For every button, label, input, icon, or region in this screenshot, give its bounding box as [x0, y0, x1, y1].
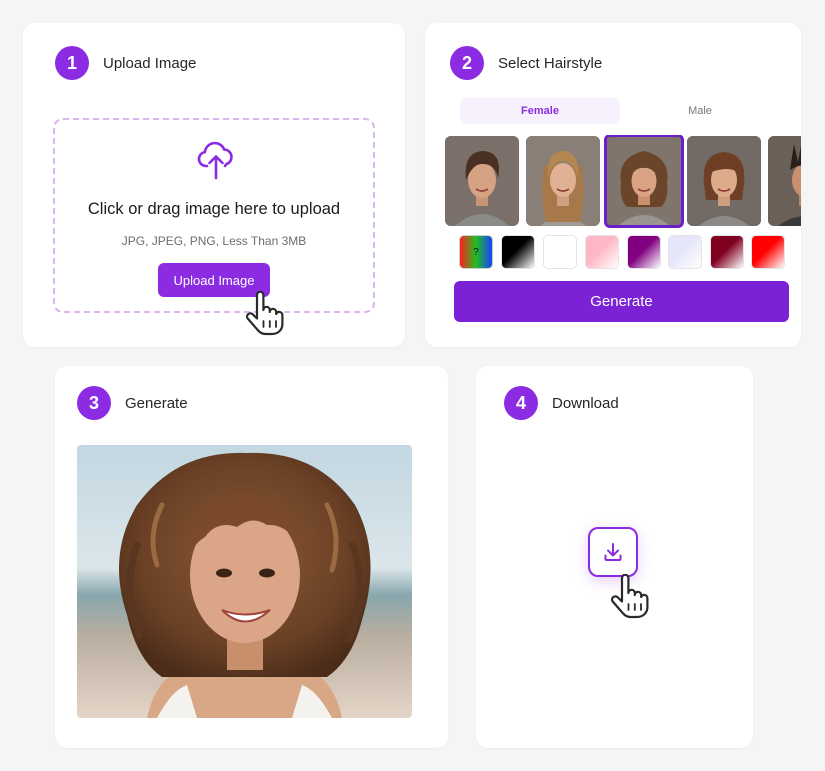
hand-pointer-icon	[246, 291, 284, 336]
tab-female[interactable]: Female	[460, 98, 620, 124]
hairstyle-carousel	[444, 135, 801, 229]
select-hairstyle-card: 2 Select Hairstyle Female Male ? Generat…	[425, 23, 801, 347]
tab-male[interactable]: Male	[620, 98, 780, 124]
gender-tabs: Female Male	[460, 98, 780, 124]
step-number-badge: 3	[77, 386, 111, 420]
upload-card: 1 Upload Image Click or drag image here …	[23, 23, 405, 347]
step-title: Download	[552, 394, 619, 412]
generate-button[interactable]: Generate	[454, 281, 789, 322]
swatch-pink[interactable]	[585, 235, 619, 269]
upload-dropzone[interactable]: Click or drag image here to upload JPG, …	[53, 118, 375, 313]
hairstyle-thumbnail[interactable]	[526, 136, 600, 226]
download-icon	[604, 543, 622, 561]
upload-file-hint: JPG, JPEG, PNG, Less Than 3MB	[121, 234, 307, 248]
hairstyle-thumbnail-selected[interactable]	[604, 135, 684, 228]
upload-title: Click or drag image here to upload	[87, 200, 341, 218]
swatch-burgundy[interactable]	[710, 235, 744, 269]
step-number-badge: 2	[450, 46, 484, 80]
download-button[interactable]	[588, 527, 638, 577]
hairstyle-thumbnail[interactable]	[687, 136, 761, 226]
cloud-upload-icon	[197, 141, 233, 180]
swatch-purple[interactable]	[627, 235, 661, 269]
step-title: Upload Image	[103, 54, 197, 72]
hand-pointer-icon	[611, 574, 649, 619]
generate-card: 3 Generate	[55, 366, 448, 748]
swatch-white[interactable]	[543, 235, 577, 269]
swatch-random[interactable]: ?	[459, 235, 493, 269]
step-title: Generate	[125, 394, 188, 412]
step-number-badge: 4	[504, 386, 538, 420]
step-3-header: 3 Generate	[77, 386, 188, 420]
swatch-black[interactable]	[501, 235, 535, 269]
download-card: 4 Download	[476, 366, 753, 748]
step-4-header: 4 Download	[504, 386, 619, 420]
step-title: Select Hairstyle	[498, 54, 603, 72]
hairstyle-thumbnail[interactable]	[768, 136, 801, 226]
hairstyle-thumbnail[interactable]	[445, 136, 519, 226]
step-2-header: 2 Select Hairstyle	[450, 46, 602, 80]
swatch-red[interactable]	[751, 235, 785, 269]
step-number-badge: 1	[55, 46, 89, 80]
swatch-lavender[interactable]	[668, 235, 702, 269]
hair-color-swatches: ?	[459, 235, 789, 271]
step-1-header: 1 Upload Image	[55, 46, 196, 80]
generated-result-image	[77, 445, 412, 718]
